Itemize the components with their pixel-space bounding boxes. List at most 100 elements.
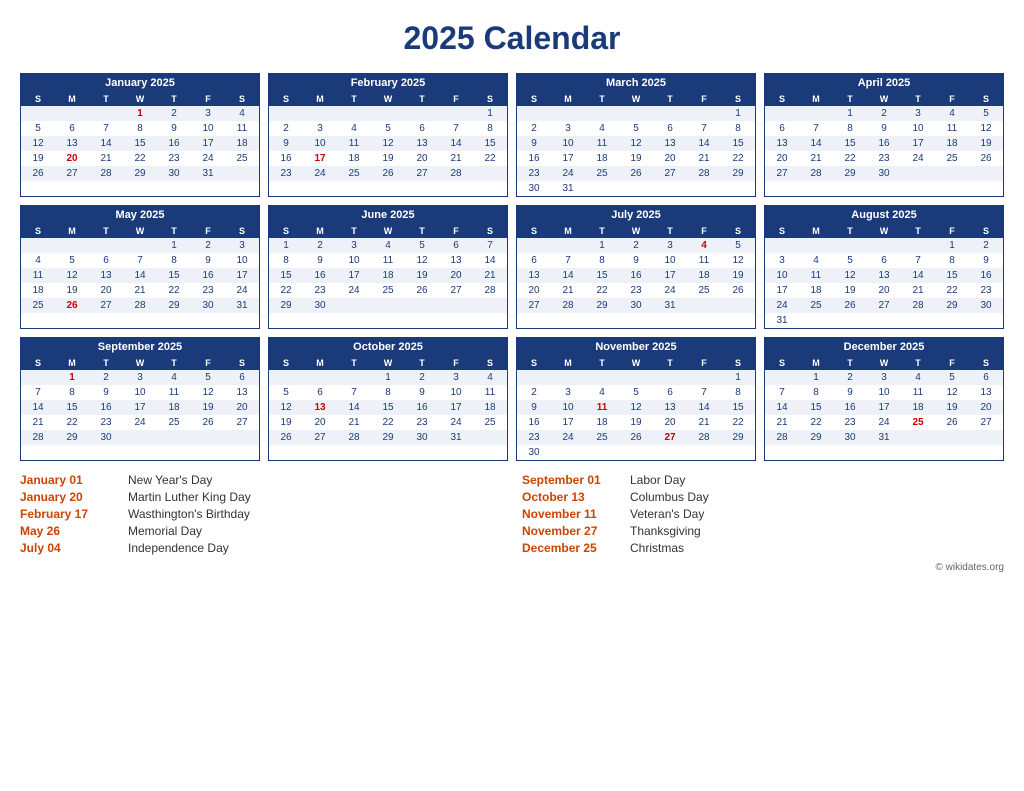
day-cell: 27 [303,430,337,445]
day-cell: 24 [765,298,799,313]
day-cell [269,106,303,121]
month-block-7: July 2025SMTWTFS123456789101112131415161… [516,205,756,329]
day-cell: 19 [619,151,653,166]
day-cell: 11 [371,253,405,268]
day-cell [935,166,969,181]
day-cell: 5 [619,121,653,136]
day-cell: 17 [653,268,687,283]
day-cell: 9 [969,253,1003,268]
holiday-name: Christmas [630,541,684,555]
day-cell: 27 [89,298,123,313]
day-cell: 11 [799,268,833,283]
day-cell [517,106,551,121]
day-cell: 29 [123,166,157,181]
day-cell: 24 [439,415,473,430]
day-cell: 31 [439,430,473,445]
day-cell: 17 [123,400,157,415]
day-cell: 2 [833,370,867,385]
month-block-6: June 2025SMTWTFS123456789101112131415161… [268,205,508,329]
day-cell: 16 [517,415,551,430]
day-cell: 11 [935,121,969,136]
day-cell: 17 [337,268,371,283]
day-cell: 14 [89,136,123,151]
day-cell: 16 [969,268,1003,283]
day-cell: 10 [303,136,337,151]
day-cell: 15 [55,400,89,415]
day-cell: 22 [269,283,303,298]
day-cell: 30 [157,166,191,181]
day-cell: 15 [799,400,833,415]
day-cell: 4 [585,121,619,136]
day-cell: 8 [799,385,833,400]
holiday-row: January 01New Year's Day [20,473,502,487]
day-cell: 26 [405,283,439,298]
month-block-1: January 2025SMTWTFS123456789101112131415… [20,73,260,197]
day-cell: 30 [517,181,551,196]
day-cell: 8 [833,121,867,136]
day-cell: 12 [269,400,303,415]
month-header-4: April 2025 [765,74,1003,92]
day-cell: 19 [721,268,755,283]
day-cell: 27 [439,283,473,298]
page-title: 2025 Calendar [20,20,1004,57]
day-cell: 7 [337,385,371,400]
day-cell: 15 [269,268,303,283]
day-cell: 12 [371,136,405,151]
day-cell: 25 [473,415,507,430]
day-cell: 9 [517,400,551,415]
day-cell: 5 [371,121,405,136]
day-cell: 18 [935,136,969,151]
day-cell [89,238,123,253]
day-cell: 3 [123,370,157,385]
day-cell: 13 [225,385,259,400]
day-cell: 19 [619,415,653,430]
day-cell: 13 [55,136,89,151]
day-cell: 13 [89,268,123,283]
holiday-date: October 13 [522,490,622,504]
day-cell: 11 [157,385,191,400]
day-cell: 20 [765,151,799,166]
day-cell: 5 [21,121,55,136]
day-cell [337,370,371,385]
month-header-6: June 2025 [269,206,507,224]
day-cell: 22 [799,415,833,430]
day-cell: 31 [225,298,259,313]
day-cell: 22 [721,151,755,166]
day-cell: 14 [687,400,721,415]
day-cell: 9 [269,136,303,151]
holiday-name: Veteran's Day [630,507,704,521]
day-cell: 22 [721,415,755,430]
day-cell: 29 [935,298,969,313]
day-cell [765,106,799,121]
day-cell: 2 [517,385,551,400]
day-cell: 5 [619,385,653,400]
day-cell: 1 [585,238,619,253]
day-cell: 13 [517,268,551,283]
day-cell [585,370,619,385]
day-cell [405,298,439,313]
day-cell: 27 [517,298,551,313]
day-cell [21,370,55,385]
month-block-9: September 2025SMTWTFS1234567891011121314… [20,337,260,461]
day-cell: 1 [721,106,755,121]
day-cell: 18 [901,400,935,415]
day-cell: 23 [517,166,551,181]
day-cell: 12 [721,253,755,268]
holiday-date: May 26 [20,524,120,538]
day-cell: 27 [765,166,799,181]
holiday-date: January 20 [20,490,120,504]
day-cell: 30 [89,430,123,445]
day-cell: 2 [619,238,653,253]
day-cell: 20 [89,283,123,298]
day-cell: 30 [867,166,901,181]
day-cell: 18 [371,268,405,283]
day-cell: 23 [517,430,551,445]
day-cell: 3 [303,121,337,136]
day-cell: 22 [123,151,157,166]
day-cell: 23 [619,283,653,298]
day-cell: 27 [969,415,1003,430]
day-cell: 25 [585,430,619,445]
day-cell: 1 [123,106,157,121]
day-cell [901,238,935,253]
day-cell [765,238,799,253]
